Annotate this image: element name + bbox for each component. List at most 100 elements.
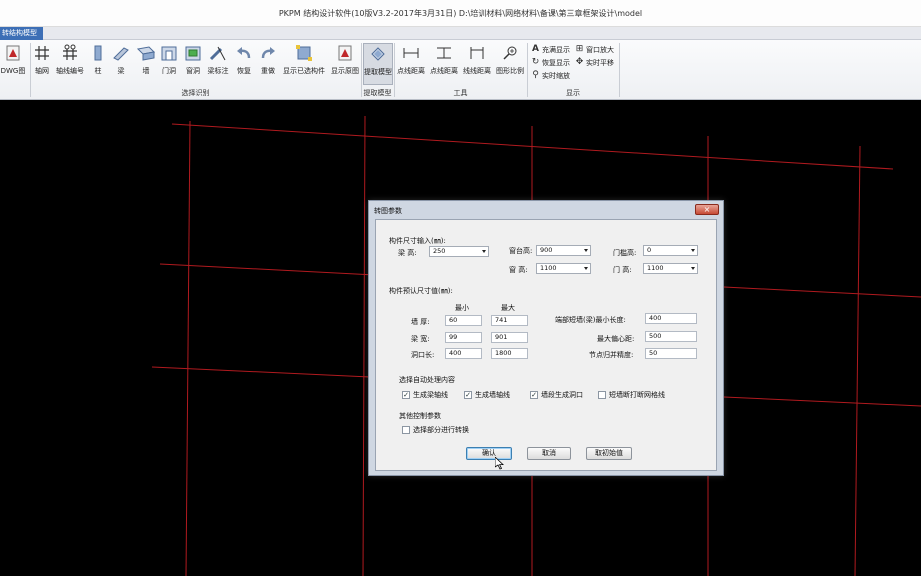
checkbox-box (598, 391, 606, 399)
line-line-distance-button[interactable]: 线线距离 (462, 43, 492, 85)
undo-button[interactable]: 恢复 (234, 43, 254, 85)
show-original-icon (338, 45, 352, 61)
restore-display-button[interactable]: ↻ 恢复显示 (531, 57, 570, 68)
opening-length-min-input[interactable]: 400 (445, 348, 482, 359)
chevron-down-icon (691, 249, 695, 252)
ribbon-toolbar: DWG图 轴网 轴线编号 柱 梁 墙 门洞 窗洞 梁标注 恢复 重做 显示已选构… (0, 40, 921, 100)
ok-button[interactable]: 确认 (466, 447, 512, 460)
edge-min-length-input[interactable]: 400 (645, 313, 697, 324)
realtime-pan-icon: ✥ (575, 57, 584, 67)
group-label-tools: 工具 (453, 89, 468, 97)
generate-wall-axis-checkbox[interactable]: ✓ 生成墙轴线 (464, 390, 510, 400)
axis-number-button[interactable]: 轴线编号 (54, 43, 86, 85)
window-height-select[interactable]: 1100 (536, 263, 591, 274)
checkbox-box: ✓ (464, 391, 472, 399)
show-selected-icon (296, 45, 312, 61)
group-label-recognition: 选择识别 (181, 89, 210, 97)
beam-annotation-button[interactable]: 梁标注 (206, 43, 230, 85)
node-merge-input[interactable]: 50 (645, 348, 697, 359)
wall-thickness-min-input[interactable]: 60 (445, 315, 482, 326)
tab-structure-model[interactable]: 转结构模型 (0, 27, 43, 40)
beam-width-label: 梁 宽: (411, 335, 430, 343)
chevron-down-icon (584, 249, 588, 252)
opening-length-max-input[interactable]: 1800 (491, 348, 528, 359)
extract-model-icon (371, 47, 385, 61)
point-line-distance-2-icon (437, 47, 451, 59)
fill-display-icon: A (532, 44, 539, 54)
cancel-button[interactable]: 取消 (527, 447, 571, 460)
grid-line (151, 366, 371, 378)
realtime-zoom-button[interactable]: ⚲ 实时缩放 (531, 70, 570, 81)
group-label-extract: 提取模型 (363, 89, 392, 97)
column-button[interactable]: 柱 (90, 43, 106, 85)
beam-height-label: 梁 高: (398, 249, 417, 257)
show-original-button[interactable]: 显示原图 (330, 43, 360, 85)
graphic-scale-icon (503, 46, 517, 60)
fill-display-button[interactable]: A 充满显示 (531, 44, 570, 55)
partial-convert-checkbox[interactable]: 选择部分进行转换 (402, 425, 469, 435)
grid-line (185, 120, 191, 576)
edge-min-length-label: 端部短墙(梁)最小长度: (555, 316, 626, 324)
axis-number-icon (63, 44, 77, 60)
window-height-label: 窗 高: (509, 266, 528, 274)
beam-icon (113, 47, 129, 61)
min-column-header: 最小 (455, 304, 469, 312)
grid-button[interactable]: 轴网 (33, 43, 51, 85)
door-icon (161, 46, 177, 61)
node-merge-label: 节点归并精度: (589, 351, 634, 359)
sill-height-select[interactable]: 900 (536, 245, 591, 256)
extract-model-button[interactable]: 提取模型 (363, 43, 393, 85)
dwg-button[interactable]: DWG图 (0, 43, 28, 85)
redo-button[interactable]: 重做 (258, 43, 278, 85)
door-height-select[interactable]: 1100 (643, 263, 698, 274)
initial-values-button[interactable]: 取初始值 (586, 447, 632, 460)
lintel-height-label: 门槛高: (613, 249, 637, 257)
beam-height-select[interactable]: 250 (429, 246, 489, 257)
point-line-distance-icon (403, 48, 419, 58)
beam-width-max-input[interactable]: 901 (491, 332, 528, 343)
wall-thickness-max-input[interactable]: 741 (491, 315, 528, 326)
column-icon (94, 45, 102, 61)
lintel-height-select[interactable]: 0 (643, 245, 698, 256)
size-recognition-heading: 构件预认尺寸值(㎜): (389, 287, 453, 295)
generate-beam-axis-checkbox[interactable]: ✓ 生成梁轴线 (402, 390, 448, 400)
short-wall-break-checkbox[interactable]: 短墙断打断网格线 (598, 390, 665, 400)
grid-line (159, 263, 376, 276)
wall-button[interactable]: 墙 (136, 43, 156, 85)
window-icon (185, 46, 201, 61)
dialog-close-button[interactable]: × (695, 204, 719, 215)
realtime-pan-button[interactable]: ✥ 实时平移 (575, 57, 614, 68)
title-bar: PKPM 结构设计软件(10版V3.2-2017年3月31日) D:\培训材料\… (0, 0, 921, 27)
grid-icon (35, 46, 49, 60)
max-offset-label: 最大偏心距: (597, 335, 635, 343)
door-height-label: 门 高: (613, 266, 632, 274)
beam-width-min-input[interactable]: 99 (445, 332, 482, 343)
sill-height-label: 窗台高: (509, 247, 533, 255)
beam-button[interactable]: 梁 (112, 43, 130, 85)
window-zoom-button[interactable]: ⊞ 窗口放大 (575, 44, 614, 55)
ribbon-separator (619, 43, 620, 97)
ribbon-tab-strip: 转结构模型 (0, 27, 921, 40)
wall-opening-checkbox[interactable]: ✓ 墙段生成洞口 (530, 390, 583, 400)
mouse-cursor-icon (495, 457, 504, 470)
point-line-distance-2-button[interactable]: 点线距离 (429, 43, 459, 85)
door-opening-button[interactable]: 门洞 (158, 43, 180, 85)
auto-process-heading: 选择自动处理内容 (399, 376, 455, 384)
other-params-heading: 其他控制参数 (399, 412, 441, 420)
opening-length-label: 洞口长: (411, 351, 435, 359)
wall-thickness-label: 墙 厚: (411, 318, 430, 326)
window-zoom-icon: ⊞ (575, 44, 584, 54)
show-selected-button[interactable]: 显示已选构件 (281, 43, 327, 85)
grid-line (362, 115, 366, 576)
chevron-down-icon (584, 267, 588, 270)
graphic-scale-button[interactable]: 图形比例 (495, 43, 525, 85)
max-offset-input[interactable]: 500 (645, 331, 697, 342)
size-input-heading: 构件尺寸输入(㎜): (389, 237, 446, 245)
window-title: PKPM 结构设计软件(10版V3.2-2017年3月31日) D:\培训材料\… (278, 9, 643, 18)
point-line-distance-button[interactable]: 点线距离 (396, 43, 426, 85)
beam-annotation-icon (209, 46, 226, 61)
window-opening-button[interactable]: 窗洞 (182, 43, 204, 85)
wall-icon (137, 46, 155, 61)
group-label-display: 显示 (566, 89, 580, 97)
realtime-zoom-icon: ⚲ (532, 70, 539, 80)
